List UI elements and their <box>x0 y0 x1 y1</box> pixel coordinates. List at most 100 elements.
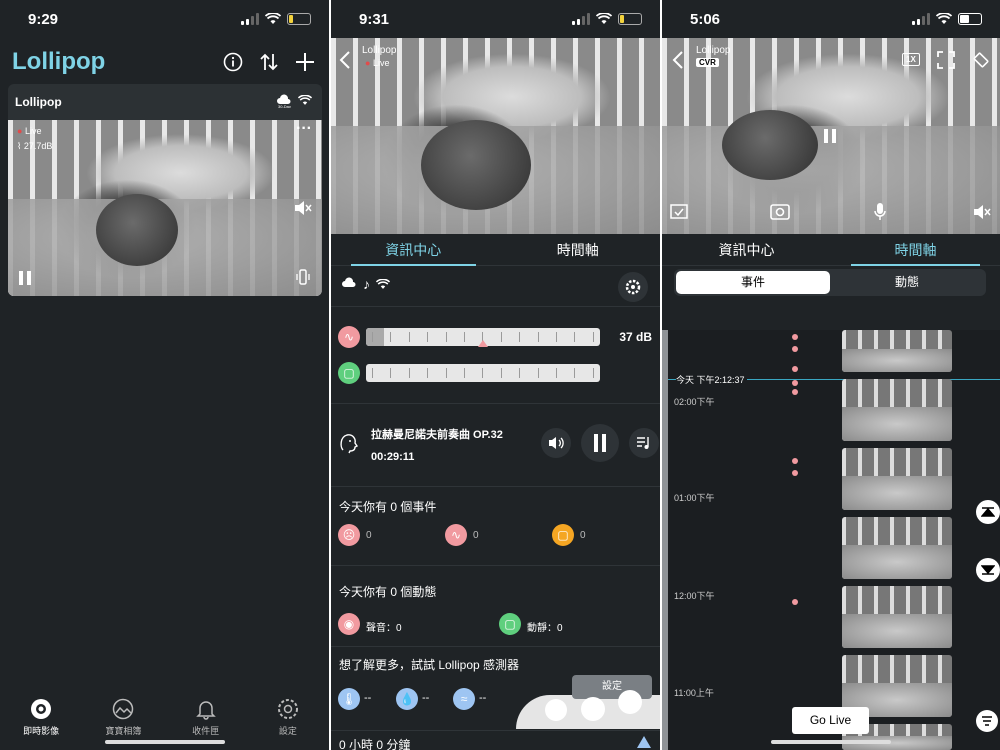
motion-activity-icon: ▢ <box>499 613 521 635</box>
motion-activity-count: 動靜：0 <box>527 623 563 634</box>
nav-settings[interactable]: 設定 <box>247 680 329 750</box>
sound-value: 37 dB <box>619 330 652 344</box>
svg-text:30-Day: 30-Day <box>278 104 291 108</box>
event-thumbnail[interactable] <box>842 517 952 579</box>
air-quality-value: -- <box>479 692 487 704</box>
event-marker[interactable] <box>792 389 798 395</box>
time-label: 11:00上午 <box>674 688 714 698</box>
pause-icon[interactable] <box>18 270 32 286</box>
event-thumbnail[interactable] <box>842 379 952 441</box>
microphone-icon[interactable] <box>873 202 887 222</box>
event-marker[interactable] <box>792 346 798 352</box>
back-icon[interactable] <box>339 50 351 70</box>
vibrate-icon[interactable] <box>294 268 312 286</box>
mute-icon[interactable] <box>294 200 312 216</box>
album-save-icon[interactable] <box>670 202 688 220</box>
camera-recording-feed[interactable]: Lollipop CVR 1X <box>662 38 1000 234</box>
snapshot-icon[interactable] <box>770 202 790 220</box>
tab-timeline[interactable]: 時間軸 <box>496 234 661 265</box>
camera-card[interactable]: Lollipop 30-Day ● Live ⌇ 27.7dB ··· <box>8 84 322 296</box>
volume-button[interactable] <box>541 428 571 458</box>
battery-icon <box>618 13 642 25</box>
add-icon[interactable] <box>294 51 316 73</box>
music-time: 00:29:11 <box>371 451 415 463</box>
scroll-down-button[interactable] <box>976 558 1000 582</box>
timeline-screen: 5:06 Lollipop CVR 1X 資訊中心 時間軸 事件 動態 今天 下… <box>662 0 1000 750</box>
playlist-button[interactable] <box>629 428 659 458</box>
sound-marker <box>478 340 488 347</box>
gear-icon <box>277 699 298 719</box>
sound-sensitivity-slider[interactable] <box>366 328 600 347</box>
more-icon[interactable]: ··· <box>296 120 312 138</box>
events-heading: 今天你有 0 個事件 <box>339 500 437 514</box>
live-indicator: ● Live <box>17 126 42 136</box>
info-icon[interactable] <box>223 52 243 72</box>
go-live-button[interactable]: Go Live <box>792 707 869 734</box>
camera-live-feed[interactable]: Lollipop ● Live <box>331 38 660 234</box>
camera-name: Lollipop <box>696 45 731 56</box>
event-marker[interactable] <box>792 599 798 605</box>
arrow-up-icon <box>981 507 995 517</box>
rotate-icon[interactable] <box>972 51 990 69</box>
tab-timeline[interactable]: 時間軸 <box>831 234 1000 266</box>
status-time: 5:06 <box>690 11 721 28</box>
now-label: 今天 下午2:12:37 <box>676 373 747 386</box>
segment-events[interactable]: 事件 <box>676 271 830 294</box>
sort-icon[interactable] <box>258 51 280 73</box>
fullscreen-icon[interactable] <box>937 51 955 69</box>
motion-sensitivity-slider[interactable] <box>366 364 600 382</box>
sound-event-count: 0 <box>473 530 479 541</box>
event-thumbnail[interactable] <box>842 330 952 372</box>
segment-control: 事件 動態 <box>674 269 986 296</box>
back-icon[interactable] <box>672 50 684 70</box>
battery-icon <box>958 13 982 25</box>
filter-button[interactable] <box>976 710 998 732</box>
mascot-2 <box>581 697 605 721</box>
wifi-icon <box>596 13 612 24</box>
warning-icon[interactable] <box>636 735 652 749</box>
event-marker[interactable] <box>792 458 798 464</box>
event-thumbnail[interactable] <box>842 586 952 648</box>
music-pause-button[interactable] <box>581 424 619 462</box>
pause-icon[interactable] <box>823 128 837 144</box>
nav-live[interactable]: 即時影像 <box>0 680 82 750</box>
mascot-3 <box>618 690 642 714</box>
camera-card-name: Lollipop <box>15 95 62 109</box>
filter-icon <box>982 716 992 726</box>
info-center-screen: 9:31 Lollipop ● Live 資訊中心 時間軸 ♪ ∿ 37 dB … <box>331 0 660 750</box>
air-quality-icon: ≈ <box>453 688 475 710</box>
album-icon <box>113 698 134 720</box>
music-title: 拉赫曼尼諾夫前奏曲 OP.32 <box>371 429 503 441</box>
camera-live-feed[interactable]: ● Live ⌇ 27.7dB ··· <box>8 120 322 296</box>
battery-icon <box>287 13 311 25</box>
cellular-signal-icon <box>241 13 259 25</box>
event-marker[interactable] <box>792 380 798 386</box>
music-note-icon: ♪ <box>363 276 370 292</box>
cellular-signal-icon <box>912 13 930 25</box>
status-bar: 9:29 <box>0 0 329 40</box>
temperature-value: -- <box>364 692 372 704</box>
timeline-area[interactable]: 今天 下午2:12:37 02:00下午 01:00下午 12:00下午 11:… <box>662 330 1000 750</box>
event-marker[interactable] <box>792 470 798 476</box>
home-indicator <box>771 740 891 744</box>
segment-activity[interactable]: 動態 <box>830 271 984 294</box>
sensor-heading: 想了解更多，試試 Lollipop 感測器 <box>339 658 520 672</box>
time-label: 02:00下午 <box>674 397 715 407</box>
mascot-1 <box>545 699 567 721</box>
status-bar: 5:06 <box>662 0 1000 40</box>
mute-icon[interactable] <box>973 204 991 220</box>
scroll-up-button[interactable] <box>976 500 1000 524</box>
event-marker[interactable] <box>792 366 798 372</box>
settings-button[interactable] <box>618 272 648 302</box>
event-marker[interactable] <box>792 334 798 340</box>
cvr-badge: CVR <box>696 58 719 67</box>
tab-info-center[interactable]: 資訊中心 <box>331 234 496 266</box>
humidity-value: -- <box>422 692 430 704</box>
status-bar: 9:31 <box>331 0 660 40</box>
playback-speed-button[interactable]: 1X <box>902 53 920 66</box>
wifi-icon <box>265 13 281 24</box>
event-thumbnail[interactable] <box>842 448 952 510</box>
sound-sensitivity-icon: ∿ <box>338 326 360 348</box>
bell-icon <box>195 701 216 720</box>
tab-info-center[interactable]: 資訊中心 <box>662 234 831 265</box>
